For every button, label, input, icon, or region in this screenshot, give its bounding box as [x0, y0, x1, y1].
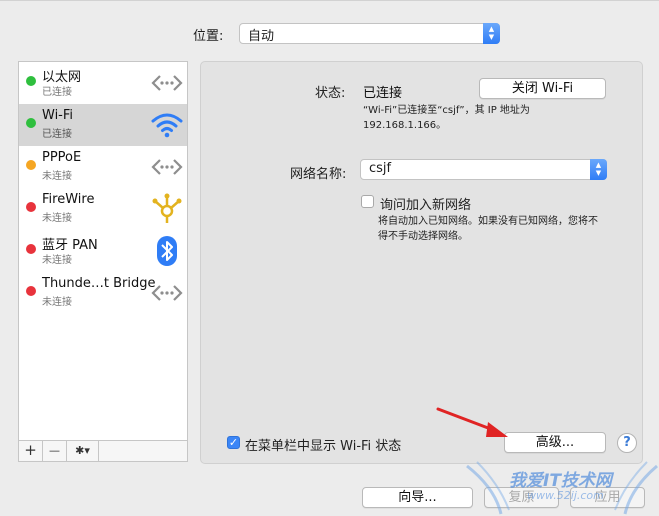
- service-status: 已连接: [42, 129, 72, 140]
- ethernet-icon: [151, 75, 183, 91]
- service-status: 未连接: [42, 213, 72, 224]
- show-menubar-checkbox[interactable]: ✓: [227, 436, 240, 449]
- add-service-button[interactable]: +: [19, 441, 43, 461]
- action-menu-button[interactable]: ✱▾: [67, 441, 99, 461]
- network-stepper-icon: ▲ ▼: [590, 159, 607, 180]
- assist-me-button[interactable]: 向导...: [362, 487, 473, 508]
- service-list-toolbar: + — ✱▾: [18, 441, 188, 462]
- service-status: 已连接: [42, 87, 72, 98]
- ask-join-description: 将自动加入已知网络。如果没有已知网络，您将不 得不手动选择网络。: [378, 214, 606, 244]
- location-select[interactable]: 自动 ▲ ▼: [239, 23, 500, 44]
- status-description-line1: “Wi-Fi”已连接至“csjf”，其 IP 地址为: [363, 105, 530, 116]
- watermark-url: www.52ij.com: [527, 489, 604, 502]
- service-item-bluetooth-pan[interactable]: 蓝牙 PAN 未连接: [19, 230, 187, 272]
- thunderbolt-bridge-icon: [151, 285, 183, 301]
- ask-join-description-line2: 得不手动选择网络。: [378, 231, 468, 242]
- advanced-button[interactable]: 高级...: [504, 432, 606, 453]
- remove-service-button[interactable]: —: [43, 441, 67, 461]
- status-dot: [26, 244, 36, 254]
- service-status: 未连接: [42, 255, 72, 266]
- annotation-arrow-icon: [436, 407, 508, 437]
- service-name: Wi-Fi: [42, 108, 74, 123]
- turn-off-wifi-button[interactable]: 关闭 Wi-Fi: [479, 78, 606, 99]
- service-status: 未连接: [42, 171, 72, 182]
- status-description-line2: 192.168.1.166。: [363, 120, 447, 131]
- network-name-select[interactable]: csjf ▲ ▼: [360, 159, 607, 180]
- watermark-text: 我爱IT技术网: [509, 471, 612, 491]
- ask-join-checkbox[interactable]: [361, 195, 374, 208]
- service-list: 以太网 已连接 Wi-Fi 已连接 PPPoE 未连接 FireWire 未连接…: [18, 61, 188, 441]
- status-dot: [26, 76, 36, 86]
- network-name-label: 网络名称:: [290, 167, 347, 182]
- service-name: FireWire: [42, 192, 95, 207]
- network-name-value: csjf: [369, 161, 392, 176]
- status-label: 状态:: [315, 86, 346, 101]
- firewire-icon: [152, 193, 182, 223]
- window-top-border: [0, 0, 659, 1]
- location-stepper-icon: ▲ ▼: [483, 23, 500, 44]
- service-item-thunderbolt-bridge[interactable]: Thunde…t Bridge 未连接: [19, 272, 187, 314]
- show-menubar-label: 在菜单栏中显示 Wi-Fi 状态: [245, 439, 402, 454]
- ask-join-description-line1: 将自动加入已知网络。如果没有已知网络，您将不: [378, 216, 598, 227]
- service-status: 未连接: [42, 297, 72, 308]
- bluetooth-icon: [157, 236, 177, 266]
- status-description: “Wi-Fi”已连接至“csjf”，其 IP 地址为 192.168.1.166…: [363, 103, 598, 133]
- status-dot: [26, 160, 36, 170]
- service-item-wifi[interactable]: Wi-Fi 已连接: [19, 104, 187, 146]
- status-dot: [26, 202, 36, 212]
- wifi-icon: [151, 113, 183, 138]
- location-value: 自动: [248, 29, 275, 44]
- location-label: 位置:: [193, 29, 224, 44]
- status-value: 已连接: [363, 86, 403, 101]
- pppoe-icon: [151, 159, 183, 175]
- service-item-firewire[interactable]: FireWire 未连接: [19, 188, 187, 230]
- status-dot: [26, 286, 36, 296]
- service-name: PPPoE: [42, 150, 82, 165]
- status-dot: [26, 118, 36, 128]
- help-button[interactable]: ?: [617, 433, 637, 453]
- service-name: Thunde…t Bridge: [42, 276, 156, 291]
- ask-join-label: 询问加入新网络: [380, 198, 472, 213]
- watermark: 我爱IT技术网 www.52ij.com: [465, 458, 659, 516]
- service-item-ethernet[interactable]: 以太网 已连接: [19, 62, 187, 104]
- service-item-pppoe[interactable]: PPPoE 未连接: [19, 146, 187, 188]
